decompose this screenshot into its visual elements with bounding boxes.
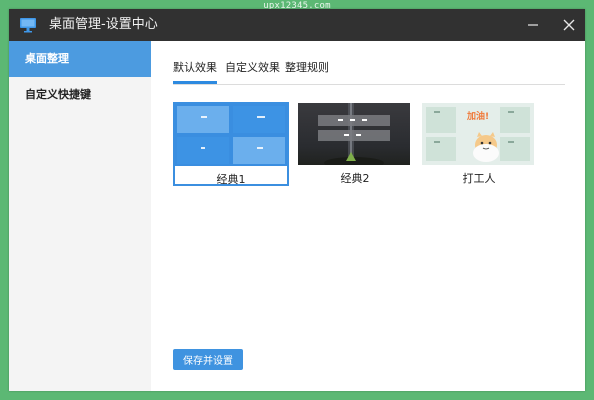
- sidebar-item-custom-shortcuts[interactable]: 自定义快捷键: [9, 77, 151, 113]
- theme-card-label: 经典2: [340, 172, 370, 185]
- tab-default-effect[interactable]: 默认效果: [173, 54, 217, 84]
- theme-card-frame: 经典2: [297, 102, 413, 186]
- sidebar-item-label: 自定义快捷键: [25, 88, 91, 101]
- theme-card-classic-2[interactable]: 经典2: [297, 102, 413, 186]
- close-icon: [563, 19, 575, 31]
- sidebar: 桌面整理 自定义快捷键: [9, 41, 151, 391]
- theme-card-frame: 加油! 打工人: [421, 102, 537, 186]
- theme-preview-classic-1: [175, 104, 287, 166]
- settings-window: 桌面管理-设置中心 桌面整理 自定义快捷键 默认效果 自定义效果 整理规则 经典…: [9, 9, 585, 391]
- tab-bar: 默认效果 自定义效果 整理规则: [173, 54, 565, 85]
- close-button[interactable]: [553, 9, 585, 41]
- theme-card-classic-1[interactable]: 经典1: [173, 102, 289, 186]
- sticker-text: 加油!: [467, 112, 490, 122]
- title-bar[interactable]: 桌面管理-设置中心: [9, 9, 585, 41]
- theme-preview-classic-2: [298, 103, 410, 169]
- main-panel: 默认效果 自定义效果 整理规则 经典1 经典2 加油! 打工人 保存并设置: [151, 41, 585, 391]
- save-and-apply-button[interactable]: 保存并设置: [173, 349, 243, 370]
- tab-custom-effect[interactable]: 自定义效果: [225, 54, 280, 83]
- sidebar-item-desktop-organize[interactable]: 桌面整理: [9, 41, 151, 77]
- window-title: 桌面管理-设置中心: [49, 17, 158, 32]
- theme-card-label: 经典1: [216, 173, 246, 186]
- minimize-button[interactable]: [517, 9, 549, 41]
- theme-card-frame: 经典1: [173, 102, 289, 186]
- minimize-icon: [528, 24, 538, 26]
- monitor-icon: [20, 18, 36, 33]
- sidebar-item-label: 桌面整理: [25, 52, 69, 65]
- tab-organize-rules[interactable]: 整理规则: [285, 54, 329, 83]
- theme-card-worker[interactable]: 加油! 打工人: [421, 102, 537, 186]
- theme-card-label: 打工人: [462, 172, 496, 185]
